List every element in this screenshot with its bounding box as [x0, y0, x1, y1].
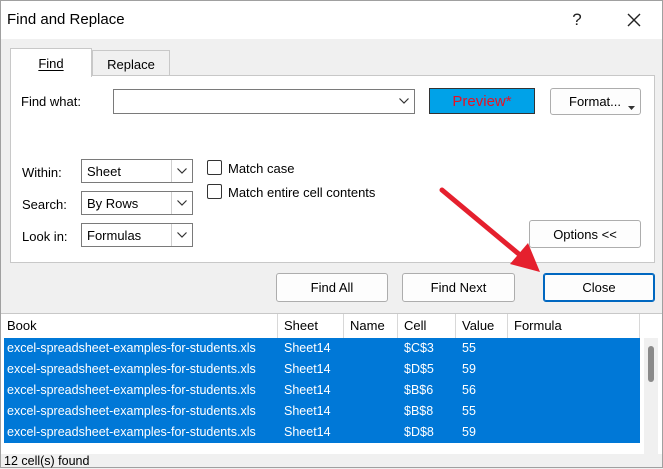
match-case-checkbox[interactable] [207, 160, 222, 175]
cells-found-count: 12 cell(s) found [4, 454, 90, 468]
options-button[interactable]: Options << [529, 220, 641, 248]
tab-replace-label: Replace [107, 56, 155, 72]
column-header-cell[interactable]: Cell [398, 314, 456, 338]
find-next-button[interactable]: Find Next [402, 273, 515, 302]
find-what-label: Find what: [21, 94, 81, 109]
table-row[interactable]: excel-spreadsheet-examples-for-students.… [4, 401, 640, 422]
table-row[interactable]: excel-spreadsheet-examples-for-students.… [4, 422, 640, 443]
format-preview: Preview* [429, 88, 535, 114]
look-in-label: Look in: [22, 229, 68, 244]
find-all-label: Find All [310, 280, 354, 295]
match-case-label[interactable]: Match case [228, 161, 294, 176]
format-button-label: Format... [569, 94, 622, 109]
tab-replace[interactable]: Replace [92, 50, 170, 77]
table-row[interactable]: excel-spreadsheet-examples-for-students.… [4, 359, 640, 380]
look-in-select[interactable]: Formulas [81, 223, 193, 247]
cell-book: excel-spreadsheet-examples-for-students.… [7, 404, 256, 418]
column-header-sheet[interactable]: Sheet [278, 314, 344, 338]
cell-sheet: Sheet14 [284, 341, 331, 355]
cell-value: 56 [462, 383, 476, 397]
look-in-value: Formulas [87, 228, 142, 243]
cell-sheet: Sheet14 [284, 383, 331, 397]
find-next-label: Find Next [430, 280, 487, 295]
cell-book: excel-spreadsheet-examples-for-students.… [7, 425, 256, 439]
cell-sheet: Sheet14 [284, 425, 331, 439]
help-button[interactable]: ? [564, 7, 590, 33]
within-label: Within: [22, 165, 62, 180]
search-label: Search: [22, 197, 67, 212]
cell-address: $C$3 [404, 341, 434, 355]
cell-value: 59 [462, 425, 476, 439]
match-entire-checkbox[interactable] [207, 184, 222, 199]
within-value: Sheet [87, 164, 121, 179]
find-replace-dialog: Find and Replace ? Find Replace Find wha… [0, 0, 663, 468]
results-list[interactable]: Book Sheet Name Cell Value Formula excel… [1, 313, 662, 454]
status-bar: 12 cell(s) found [1, 453, 663, 468]
cell-address: $D$5 [404, 362, 434, 376]
within-select[interactable]: Sheet [81, 159, 193, 183]
cell-book: excel-spreadsheet-examples-for-students.… [7, 362, 256, 376]
table-row[interactable]: excel-spreadsheet-examples-for-students.… [4, 380, 640, 401]
cell-address: $B$6 [404, 383, 434, 397]
column-header-formula[interactable]: Formula [508, 314, 640, 338]
tab-find[interactable]: Find [10, 48, 92, 77]
find-all-button[interactable]: Find All [276, 273, 388, 302]
close-button-label: Close [582, 280, 616, 295]
cell-book: excel-spreadsheet-examples-for-students.… [7, 341, 256, 355]
cell-address: $D$8 [404, 425, 434, 439]
results-scrollbar[interactable] [644, 338, 658, 454]
column-header-book[interactable]: Book [1, 314, 278, 338]
cell-book: excel-spreadsheet-examples-for-students.… [7, 383, 256, 397]
chevron-down-icon[interactable] [171, 224, 192, 246]
cell-value: 55 [462, 341, 476, 355]
chevron-down-icon[interactable] [171, 192, 192, 214]
cell-address: $B$8 [404, 404, 434, 418]
cell-value: 55 [462, 404, 476, 418]
column-header-value[interactable]: Value [456, 314, 508, 338]
title-bar: Find and Replace ? [1, 1, 662, 39]
chevron-down-icon[interactable] [394, 90, 414, 112]
close-icon[interactable] [621, 7, 647, 33]
table-row[interactable]: excel-spreadsheet-examples-for-students.… [4, 338, 640, 359]
chevron-down-icon[interactable] [171, 160, 192, 182]
close-button[interactable]: Close [543, 273, 655, 302]
cell-value: 59 [462, 362, 476, 376]
format-button[interactable]: Format... [550, 88, 641, 115]
preview-label: Preview* [452, 92, 512, 110]
options-button-label: Options << [553, 226, 617, 242]
cell-sheet: Sheet14 [284, 404, 331, 418]
column-header-name[interactable]: Name [344, 314, 398, 338]
tab-find-label: Find [38, 55, 64, 71]
find-what-input[interactable] [113, 89, 415, 114]
match-entire-label[interactable]: Match entire cell contents [228, 185, 375, 200]
dropdown-arrow-icon [628, 99, 635, 114]
search-select[interactable]: By Rows [81, 191, 193, 215]
dialog-title: Find and Replace [7, 11, 125, 28]
scroll-thumb[interactable] [648, 346, 654, 382]
search-value: By Rows [87, 196, 139, 211]
cell-sheet: Sheet14 [284, 362, 331, 376]
